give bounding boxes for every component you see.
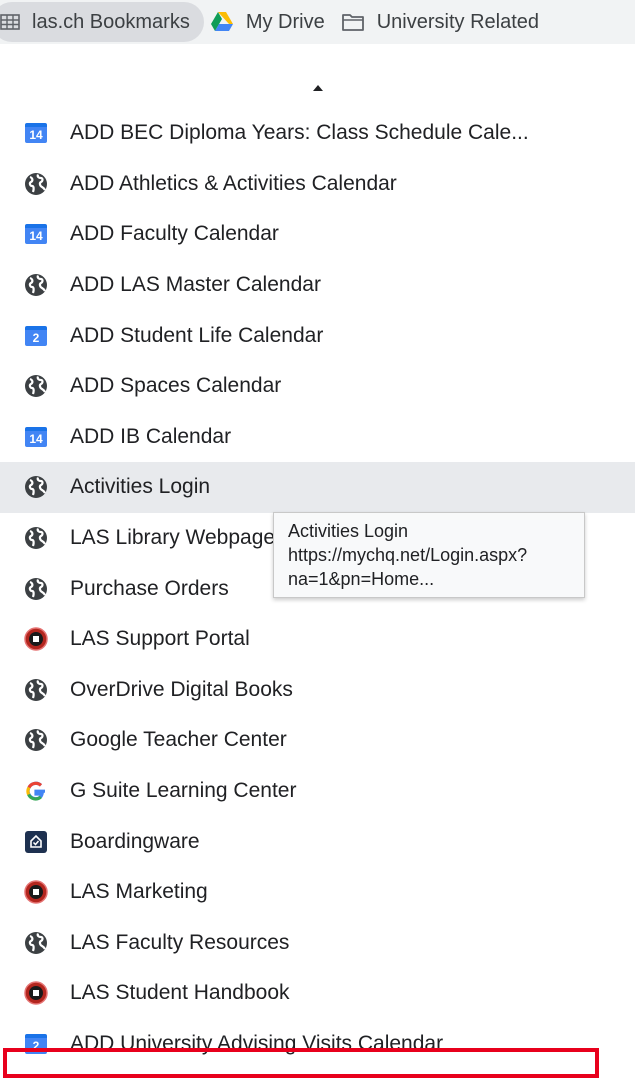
- bookmark-las-ch-bookmarks[interactable]: las.ch Bookmarks: [0, 2, 204, 42]
- bookmark-item-label: Activities Login: [70, 475, 211, 499]
- bookmark-item-label: LAS Marketing: [70, 880, 208, 904]
- calendar-icon-text: 14: [25, 224, 47, 245]
- bookmark-item[interactable]: 14 ADD BEC Diploma Years: Class Schedule …: [0, 108, 635, 159]
- bookmark-item[interactable]: Google Teacher Center: [0, 715, 635, 766]
- grid-folder-icon: [0, 13, 20, 31]
- globe-icon: [24, 728, 48, 752]
- las-crest-icon: [24, 880, 48, 904]
- bookmark-item[interactable]: Activities Login: [0, 462, 635, 513]
- bookmark-item-label: OverDrive Digital Books: [70, 677, 293, 701]
- bookmark-item[interactable]: LAS Marketing: [0, 867, 635, 918]
- scroll-up-arrow[interactable]: [0, 76, 635, 100]
- calendar-icon: 2: [24, 324, 48, 348]
- globe-icon: [24, 273, 48, 297]
- globe-icon: [24, 374, 48, 398]
- las-crest-icon: [24, 627, 48, 651]
- bookmark-item[interactable]: ADD Athletics & Activities Calendar: [0, 159, 635, 210]
- calendar-icon: 14: [24, 425, 48, 449]
- bookmarks-bar: las.ch Bookmarks My Drive University Rel…: [0, 0, 635, 44]
- globe-icon: [24, 577, 48, 601]
- bookmark-item-label: G Suite Learning Center: [70, 779, 297, 803]
- bookmark-label: My Drive: [245, 10, 325, 33]
- las-crest-icon: [24, 981, 48, 1006]
- bookmark-label: University Related: [376, 10, 540, 33]
- calendar-icon-text: 14: [25, 123, 47, 144]
- calendar-icon-text: 2: [25, 325, 47, 346]
- bookmark-item[interactable]: Boardingware: [0, 816, 635, 867]
- bookmark-item[interactable]: 14 ADD Faculty Calendar: [0, 209, 635, 260]
- bookmark-item-label: Boardingware: [70, 829, 200, 853]
- bookmark-item-label: LAS Student Handbook: [70, 981, 290, 1005]
- globe-icon: [24, 526, 48, 550]
- bookmark-item-label: LAS Faculty Resources: [70, 930, 290, 954]
- google-g-icon: [24, 779, 48, 803]
- bookmark-item[interactable]: 14 ADD IB Calendar: [0, 412, 635, 463]
- bookmark-my-drive[interactable]: My Drive: [204, 2, 335, 42]
- globe-icon: [24, 475, 48, 499]
- bookmark-item-label: ADD LAS Master Calendar: [70, 273, 321, 297]
- bookmark-item[interactable]: ADD Spaces Calendar: [0, 361, 635, 412]
- bookmark-item[interactable]: G Suite Learning Center: [0, 766, 635, 817]
- tooltip-url-line1: https://mychq.net/Login.aspx?: [288, 545, 528, 565]
- globe-icon: [24, 678, 48, 702]
- bookmark-item[interactable]: ADD LAS Master Calendar: [0, 260, 635, 311]
- highlight-annotation: [3, 1048, 599, 1078]
- bookmark-item-label: Purchase Orders: [70, 576, 229, 600]
- bookmark-item-label: ADD Athletics & Activities Calendar: [70, 171, 397, 195]
- bookmark-item-label: LAS Support Portal: [70, 627, 250, 651]
- bookmark-item[interactable]: LAS Support Portal: [0, 614, 635, 665]
- calendar-icon: 14: [24, 222, 48, 246]
- calendar-icon-text: 14: [25, 426, 47, 447]
- tooltip-title: Activities Login: [288, 521, 409, 541]
- bookmark-item-label: ADD IB Calendar: [70, 424, 232, 448]
- bookmark-item[interactable]: 2 ADD Student Life Calendar: [0, 310, 635, 361]
- bookmark-item[interactable]: OverDrive Digital Books: [0, 665, 635, 716]
- bookmark-tooltip: Activities Login https://mychq.net/Login…: [273, 512, 585, 598]
- bookmark-label: las.ch Bookmarks: [32, 10, 190, 33]
- bookmark-university-related[interactable]: University Related: [335, 2, 549, 42]
- globe-icon: [24, 172, 48, 196]
- bookmark-item[interactable]: LAS Student Handbook: [0, 968, 635, 1019]
- globe-icon: [24, 931, 48, 955]
- bookmark-item[interactable]: LAS Faculty Resources: [0, 918, 635, 969]
- bookmark-item-label: ADD Faculty Calendar: [70, 222, 279, 246]
- tooltip-url-line2: na=1&pn=Home...: [288, 569, 435, 589]
- bookmark-item-label: ADD Student Life Calendar: [70, 323, 324, 347]
- bookmark-item-label: ADD BEC Diploma Years: Class Schedule Ca…: [70, 121, 529, 145]
- bookmark-item-label: LAS Library Webpage: [70, 526, 276, 550]
- bookmark-item-label: Google Teacher Center: [70, 728, 287, 752]
- folder-icon: [341, 12, 365, 32]
- boardingware-icon: [24, 830, 48, 854]
- google-drive-icon: [210, 11, 234, 33]
- triangle-up-icon: [312, 79, 324, 97]
- bookmark-item-label: ADD Spaces Calendar: [70, 374, 282, 398]
- calendar-icon: 14: [24, 121, 48, 145]
